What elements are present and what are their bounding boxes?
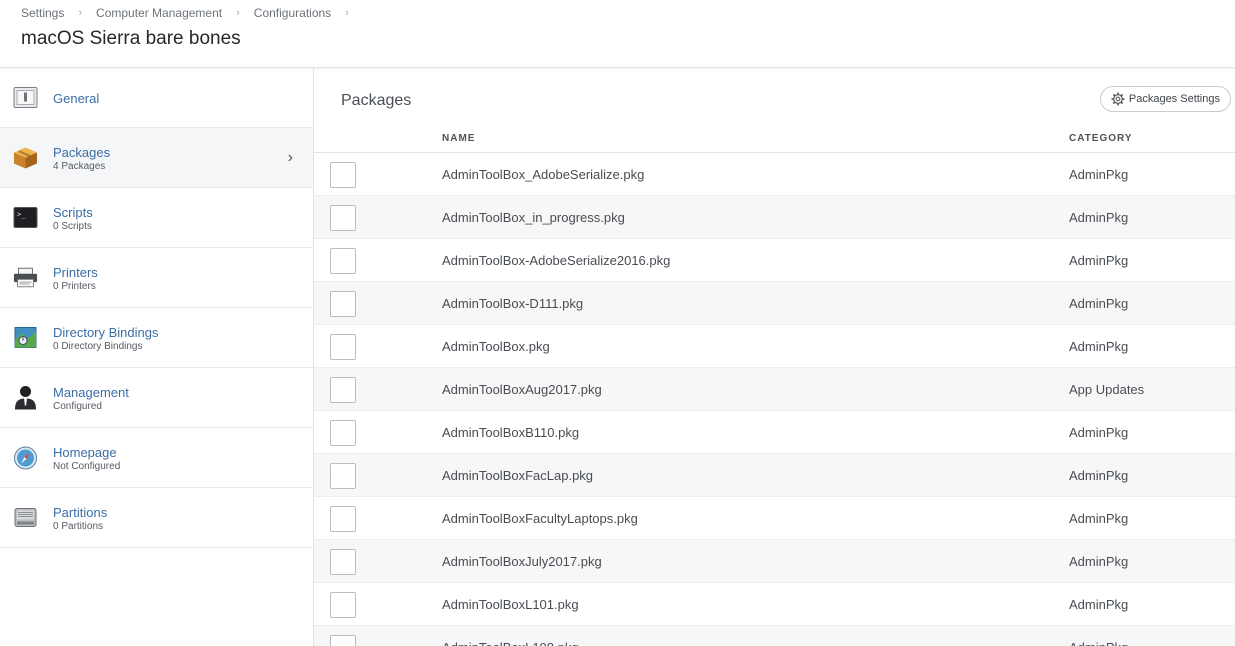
package-category: AdminPkg	[1069, 210, 1129, 225]
package-name[interactable]: AdminToolBoxFacultyLaptops.pkg	[442, 511, 638, 526]
packages-panel: Packages Packages Settings NAME CATEGORY…	[314, 68, 1235, 646]
package-category: AdminPkg	[1069, 253, 1129, 268]
sidebar-item-homepage[interactable]: Homepage Not Configured	[0, 428, 313, 488]
breadcrumb: Settings › Computer Management › Configu…	[21, 6, 363, 20]
package-category: AdminPkg	[1069, 425, 1129, 440]
chevron-right-icon: ›	[287, 148, 293, 166]
column-header-category[interactable]: CATEGORY	[1069, 133, 1133, 144]
breadcrumb-configurations[interactable]: Configurations	[254, 6, 331, 20]
sidebar-item-packages[interactable]: Packages 4 Packages ›	[0, 128, 313, 188]
sidebar-item-count: 0 Scripts	[53, 221, 92, 232]
package-name[interactable]: AdminToolBoxFacLap.pkg	[442, 468, 593, 483]
chevron-right-icon: ›	[236, 7, 240, 19]
sidebar-item-label: Partitions	[53, 505, 108, 520]
row-checkbox[interactable]	[330, 592, 356, 618]
sidebar-item-label: Directory Bindings	[53, 325, 159, 340]
sidebar-item-printers[interactable]: Printers 0 Printers	[0, 248, 313, 308]
sidebar-item-label: Packages	[53, 145, 111, 160]
table-row[interactable]: AdminToolBox-D111.pkg AdminPkg	[314, 282, 1235, 325]
package-name[interactable]: AdminToolBoxL101.pkg	[442, 597, 579, 612]
disk-icon	[13, 505, 38, 530]
table-row[interactable]: AdminToolBox_in_progress.pkg AdminPkg	[314, 196, 1235, 239]
sidebar-item-count: 0 Directory Bindings	[53, 341, 143, 352]
sidebar-item-status: Not Configured	[53, 461, 121, 472]
row-checkbox[interactable]	[330, 377, 356, 403]
person-icon	[13, 385, 38, 410]
sidebar-item-scripts[interactable]: >_ Scripts 0 Scripts	[0, 188, 313, 248]
row-checkbox[interactable]	[330, 549, 356, 575]
chevron-right-icon: ›	[345, 7, 349, 19]
sidebar-item-label: Management	[53, 385, 129, 400]
table-row[interactable]: AdminToolBoxFacLap.pkg AdminPkg	[314, 454, 1235, 497]
page-title: macOS Sierra bare bones	[21, 28, 241, 49]
package-category: AdminPkg	[1069, 468, 1129, 483]
row-checkbox[interactable]	[330, 420, 356, 446]
package-name[interactable]: AdminToolBoxJuly2017.pkg	[442, 554, 602, 569]
chevron-right-icon: ›	[78, 7, 83, 19]
sidebar-item-label: Printers	[53, 265, 98, 280]
sidebar-item-label: Homepage	[53, 445, 117, 460]
sidebar-item-count: 4 Packages	[53, 161, 106, 172]
gear-icon	[1111, 92, 1125, 106]
breadcrumb-settings[interactable]: Settings	[21, 6, 64, 20]
table-row[interactable]: AdminToolBoxL108.pkg AdminPkg	[314, 626, 1235, 646]
table-row[interactable]: AdminToolBoxAug2017.pkg App Updates	[314, 368, 1235, 411]
row-checkbox[interactable]	[330, 248, 356, 274]
section-title: Packages	[341, 92, 412, 109]
sidebar-item-label: General	[53, 91, 100, 106]
directory-icon	[13, 325, 38, 350]
sidebar-item-status: Configured	[53, 401, 102, 412]
printer-icon	[13, 265, 38, 290]
page-header: Settings › Computer Management › Configu…	[0, 0, 1235, 68]
table-row[interactable]: AdminToolBox.pkg AdminPkg	[314, 325, 1235, 368]
packages-settings-button[interactable]: Packages Settings	[1099, 86, 1231, 112]
row-checkbox[interactable]	[330, 291, 356, 317]
package-name[interactable]: AdminToolBoxAug2017.pkg	[442, 382, 602, 397]
row-checkbox[interactable]	[330, 334, 356, 360]
terminal-icon: >_	[13, 205, 38, 230]
table-row[interactable]: AdminToolBox_AdobeSerialize.pkg AdminPkg	[314, 153, 1235, 196]
sidebar-item-label: Scripts	[53, 205, 93, 220]
sidebar-item-directory-bindings[interactable]: Directory Bindings 0 Directory Bindings	[0, 308, 313, 368]
table-row[interactable]: AdminToolBoxJuly2017.pkg AdminPkg	[314, 540, 1235, 583]
package-category: App Updates	[1069, 382, 1145, 397]
table-row[interactable]: AdminToolBoxFacultyLaptops.pkg AdminPkg	[314, 497, 1235, 540]
sidebar-item-count: 0 Partitions	[53, 521, 104, 532]
package-category: AdminPkg	[1069, 554, 1129, 569]
package-category: AdminPkg	[1069, 597, 1129, 612]
package-name[interactable]: AdminToolBox-AdobeSerialize2016.pkg	[442, 253, 670, 268]
compass-icon	[13, 445, 38, 470]
package-category: AdminPkg	[1069, 339, 1129, 354]
sidebar-item-partitions[interactable]: Partitions 0 Partitions	[0, 488, 313, 548]
svg-text:>_: >_	[17, 211, 26, 219]
row-checkbox[interactable]	[330, 635, 356, 646]
package-name[interactable]: AdminToolBox_AdobeSerialize.pkg	[442, 167, 644, 182]
package-category: AdminPkg	[1069, 296, 1129, 311]
general-icon	[13, 85, 38, 110]
package-category: AdminPkg	[1069, 640, 1128, 646]
package-name[interactable]: AdminToolBox.pkg	[442, 339, 550, 354]
sidebar-item-general[interactable]: General	[0, 68, 313, 128]
table-row[interactable]: AdminToolBox-AdobeSerialize2016.pkg Admin…	[314, 239, 1235, 282]
sidebar-item-count: 0 Printers	[53, 281, 96, 292]
table-row[interactable]: AdminToolBoxL101.pkg AdminPkg	[314, 583, 1235, 626]
package-category: AdminPkg	[1069, 167, 1129, 182]
package-name[interactable]: AdminToolBox-D111.pkg	[442, 296, 583, 311]
row-checkbox[interactable]	[330, 162, 356, 188]
packages-table: AdminToolBox_AdobeSerialize.pkg AdminPkg A…	[314, 153, 1235, 646]
row-checkbox[interactable]	[330, 463, 356, 489]
row-checkbox[interactable]	[330, 506, 356, 532]
sidebar-item-management[interactable]: Management Configured	[0, 368, 313, 428]
package-name[interactable]: AdminToolBoxL108.pkg	[442, 640, 579, 646]
column-header-name[interactable]: NAME	[442, 133, 475, 144]
sidebar: General Packages 4 Packages › >_ Scripts…	[0, 68, 314, 646]
table-row[interactable]: AdminToolBoxB110.pkg AdminPkg	[314, 411, 1235, 454]
row-checkbox[interactable]	[330, 205, 356, 231]
package-name[interactable]: AdminToolBox_in_progress.pkg	[442, 210, 625, 225]
packages-settings-label: Packages Settings	[1128, 93, 1220, 105]
breadcrumb-computer-management[interactable]: Computer Management	[96, 6, 222, 20]
package-box-icon	[13, 145, 38, 170]
package-name[interactable]: AdminToolBoxB110.pkg	[442, 425, 579, 440]
package-category: AdminPkg	[1069, 511, 1129, 526]
